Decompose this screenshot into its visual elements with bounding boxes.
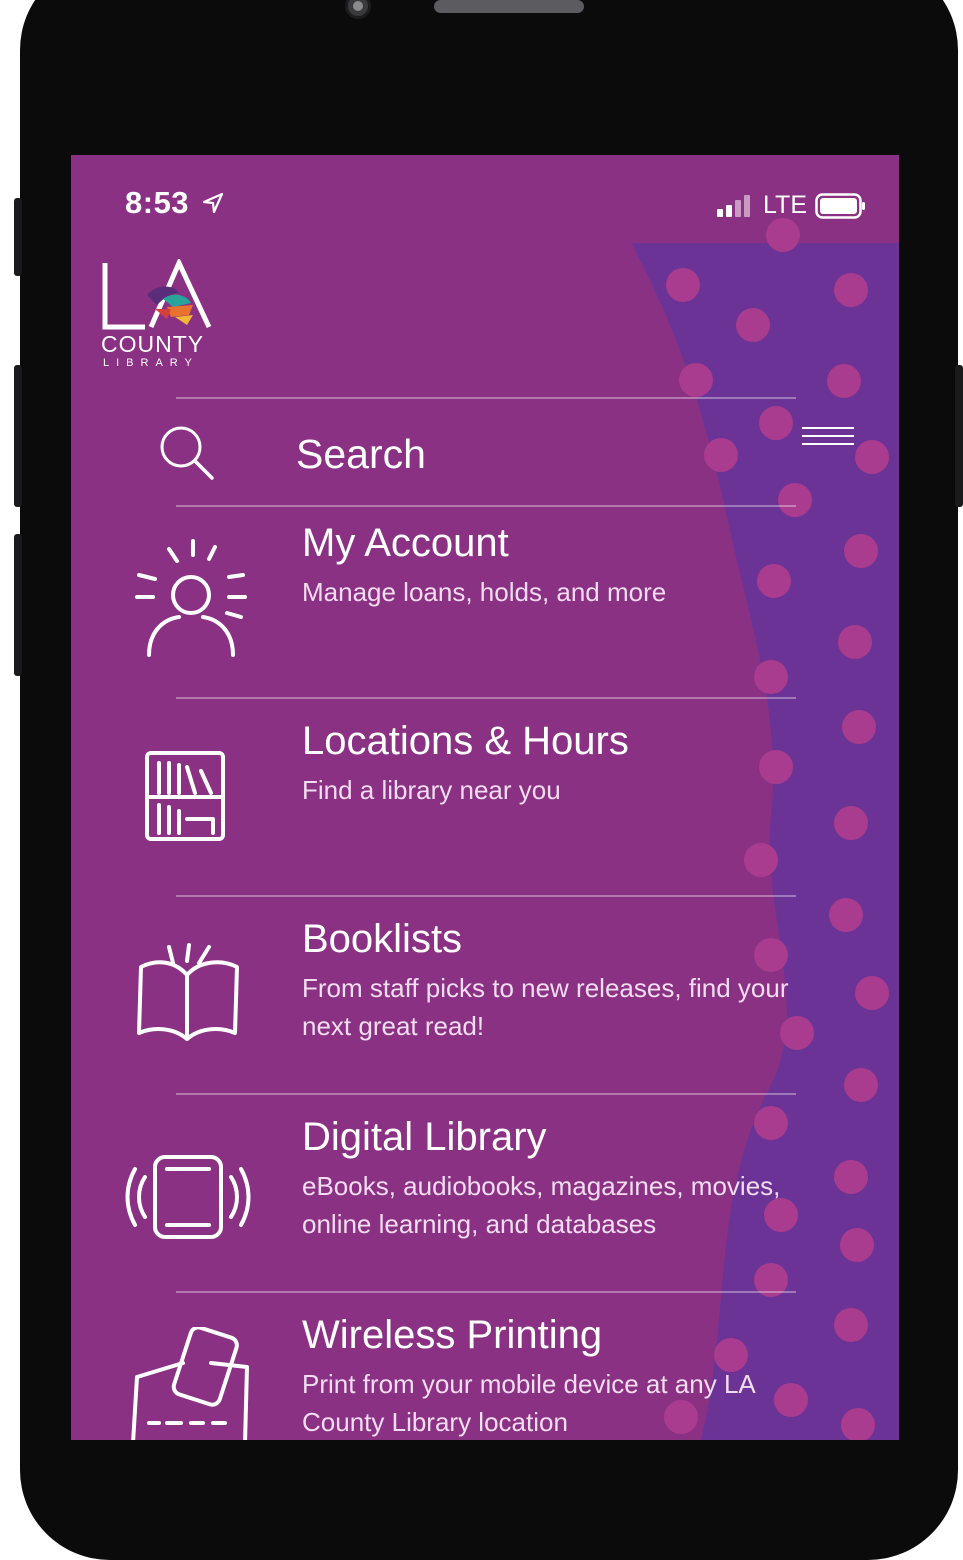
item-subtitle: Print from your mobile device at any LA … <box>302 1369 755 1437</box>
battery-icon <box>815 192 865 219</box>
tablet-icon <box>125 1155 251 1239</box>
item-title: Locations & Hours <box>302 719 629 763</box>
front-camera <box>345 0 371 19</box>
item-subtitle: From staff picks to new releases, find y… <box>302 973 789 1041</box>
item-subtitle: eBooks, audiobooks, magazines, movies, o… <box>302 1171 781 1239</box>
person-icon <box>135 539 247 657</box>
earpiece-speaker <box>434 0 584 13</box>
app-screen: 8:53 LTE COUNTY LIBRARY Search My Accoun… <box>71 155 899 1440</box>
menu-item-my-account[interactable]: My Account Manage loans, holds, and more <box>71 507 899 697</box>
location-arrow-icon <box>202 192 224 214</box>
item-subtitle: Find a library near you <box>302 775 561 805</box>
menu-item-wireless-printing[interactable]: Wireless Printing Print from your mobile… <box>71 1293 899 1440</box>
status-time: 8:53 <box>125 185 190 220</box>
item-title: Booklists <box>302 917 463 961</box>
search-bar[interactable]: Search <box>71 403 899 507</box>
item-title: My Account <box>302 521 509 565</box>
signal-strength-icon <box>717 194 750 217</box>
menu-item-digital-library[interactable]: Digital Library eBooks, audiobooks, maga… <box>71 1095 899 1291</box>
hamburger-menu-button[interactable] <box>802 421 854 461</box>
la-county-library-logo: COUNTY LIBRARY <box>101 256 216 371</box>
divider <box>176 397 796 399</box>
item-title: Digital Library <box>302 1115 547 1159</box>
printer-icon <box>131 1327 249 1440</box>
search-icon <box>160 426 214 480</box>
search-label: Search <box>296 431 426 477</box>
volume-down-button <box>14 534 22 676</box>
menu-item-locations-hours[interactable]: Locations & Hours Find a library near yo… <box>71 699 899 895</box>
open-book-icon <box>137 943 239 1041</box>
logo-library-text: LIBRARY <box>103 357 199 369</box>
mute-switch <box>14 198 22 276</box>
status-right: LTE <box>717 191 867 220</box>
menu-item-booklists[interactable]: Booklists From staff picks to new releas… <box>71 897 899 1093</box>
power-button <box>955 365 963 507</box>
carrier-label: LTE <box>763 191 807 219</box>
item-subtitle: Manage loans, holds, and more <box>302 577 667 607</box>
bookshelf-icon <box>145 751 225 841</box>
logo-county-text: COUNTY <box>101 331 205 357</box>
item-title: Wireless Printing <box>302 1313 603 1357</box>
volume-up-button <box>14 365 22 507</box>
